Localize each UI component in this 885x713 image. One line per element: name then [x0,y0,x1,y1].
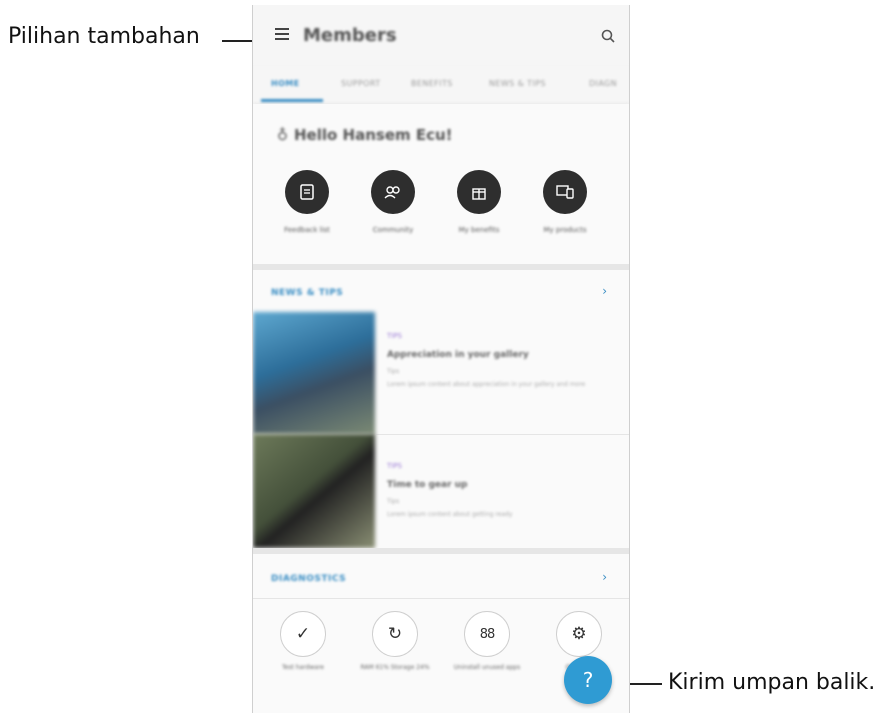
callout-send-feedback: Kirim umpan balik. [668,670,876,695]
news-thumbnail [253,434,375,548]
devices-icon [543,170,587,214]
diagnostic-label: RAM 61% Storage 24% [360,664,430,671]
news-item-divider [375,434,629,435]
active-tab-indicator [261,99,323,102]
gift-icon [457,170,501,214]
app-title: Members [303,25,397,46]
quick-action-label: Feedback list [284,226,330,234]
greeting-card: ♁ Hello Hansem Ecu! Feedback list Communi… [253,104,629,264]
tab-home[interactable]: HOME [271,79,300,88]
tab-support[interactable]: SUPPORT [341,79,381,88]
tab-benefits[interactable]: BENEFITS [411,79,453,88]
settings-icon: ⚙ [556,611,602,657]
news-subtitle: Tips [387,498,400,505]
document-icon [285,170,329,214]
diagnostic-memory[interactable]: ↻ RAM 61% Storage 24% [359,611,431,672]
greeting-text: ♁ Hello Hansem Ecu! [277,126,453,144]
quick-action-label: My products [543,226,587,234]
quick-action-benefits[interactable]: My benefits [439,170,519,234]
news-category: TIPS [387,332,403,340]
news-category: TIPS [387,462,403,470]
news-description: Lorem ipsum content about getting ready [387,511,513,518]
chevron-right-icon[interactable]: › [602,284,607,298]
refresh-icon: ↻ [372,611,418,657]
news-title: Appreciation in your gallery [387,350,529,360]
tab-diagnostics[interactable]: DIAGN [589,79,617,88]
search-icon[interactable] [601,29,615,43]
news-subtitle: Tips [387,368,400,375]
news-title: Time to gear up [387,480,468,490]
diagnostic-test-hardware[interactable]: ✓ Test hardware [267,611,339,672]
quick-action-community[interactable]: Community [353,170,433,234]
check-icon: ✓ [280,611,326,657]
chevron-right-icon[interactable]: › [602,570,607,584]
diagnostic-label: Test hardware [282,664,324,671]
quick-action-products[interactable]: My products [525,170,605,234]
quick-action-feedback[interactable]: Feedback list [267,170,347,234]
feedback-fab-button[interactable]: ? [564,656,612,704]
bulb-icon: ♁ [277,126,288,144]
app-bar: Members [253,5,629,65]
diagnostics-divider [253,598,629,599]
news-thumbnail [253,312,375,434]
quick-action-label: Community [372,226,414,234]
apps-icon: 88 [464,611,510,657]
quick-action-label: My benefits [458,226,500,234]
diagnostic-uninstall-apps[interactable]: 88 Uninstall unused apps [451,611,523,672]
diagnostics-section-header: DIAGNOSTICS [271,574,347,584]
news-section: NEWS & TIPS › TIPS Appreciation in your … [253,270,629,548]
news-description: Lorem ipsum content about appreciation i… [387,381,586,388]
diagnostic-label: Uninstall unused apps [453,664,521,671]
tab-news-tips[interactable]: NEWS & TIPS [489,79,546,88]
news-section-header: NEWS & TIPS [271,288,344,298]
people-icon [371,170,415,214]
phone-screen: Members HOME SUPPORT BENEFITS NEWS & TIP… [252,5,630,713]
hamburger-menu-icon[interactable] [275,28,289,40]
tab-bar: HOME SUPPORT BENEFITS NEWS & TIPS DIAGN [253,65,629,104]
callout-more-options: Pilihan tambahan [8,24,200,49]
